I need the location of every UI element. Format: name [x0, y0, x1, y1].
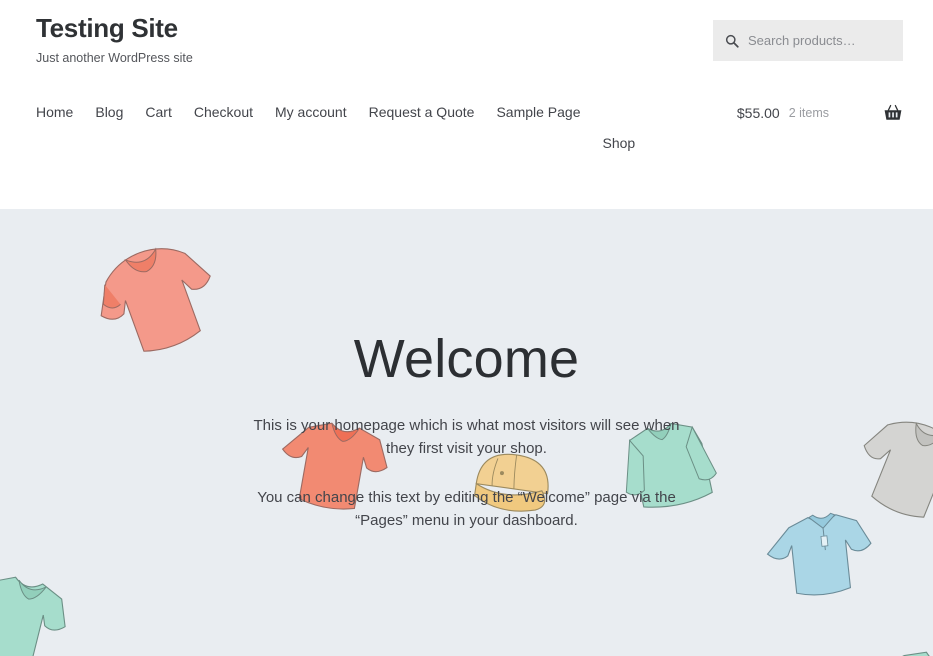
nav-link-cart[interactable]: Cart [145, 90, 193, 136]
hero-paragraph-1: This is your homepage which is what most… [253, 416, 680, 457]
header-top-row: Testing Site Just another WordPress site [0, 0, 933, 66]
nav-item-shop: Shop [603, 90, 658, 167]
nav-link-shop[interactable]: Shop [603, 90, 658, 167]
site-title[interactable]: Testing Site [36, 13, 193, 44]
product-search-form [713, 20, 903, 61]
nav-inner: Home Blog Cart Checkout My account Reque… [36, 90, 903, 167]
hero-paragraph-2: You can change this text by editing the … [257, 489, 676, 530]
shopping-basket-icon[interactable] [883, 103, 903, 123]
hero-content: Welcome This is your homepage which is w… [0, 209, 933, 533]
site-tagline: Just another WordPress site [36, 50, 193, 65]
nav-link-request-a-quote[interactable]: Request a Quote [369, 90, 497, 136]
nav-item-home: Home [36, 90, 95, 167]
nav-link-sample-page[interactable]: Sample Page [496, 90, 602, 136]
nav-link-home[interactable]: Home [36, 90, 95, 136]
nav-link-my-account[interactable]: My account [275, 90, 369, 136]
nav-link-blog[interactable]: Blog [95, 90, 145, 136]
nav-item-my-account: My account [275, 90, 369, 167]
site-header: Testing Site Just another WordPress site… [0, 0, 933, 209]
nav-item-request-a-quote: Request a Quote [369, 90, 497, 167]
site-branding: Testing Site Just another WordPress site [36, 12, 193, 66]
primary-navigation: Home Blog Cart Checkout My account Reque… [0, 90, 933, 167]
nav-item-sample-page: Sample Page [496, 90, 602, 167]
nav-item-blog: Blog [95, 90, 145, 167]
product-search [713, 20, 903, 61]
nav-item-cart: Cart [145, 90, 193, 167]
page-title: Welcome [353, 329, 580, 389]
cart-item-count: 2 items [788, 105, 829, 120]
nav-item-checkout: Checkout [194, 90, 275, 167]
cart-total-amount: $55.00 [736, 104, 780, 121]
search-icon [725, 34, 739, 48]
search-input[interactable] [748, 33, 891, 48]
cart-summary[interactable]: $55.00 2 items [737, 90, 903, 123]
nav-menu: Home Blog Cart Checkout My account Reque… [36, 90, 696, 167]
nav-link-checkout[interactable]: Checkout [194, 90, 275, 136]
hero-section: Welcome This is your homepage which is w… [0, 209, 933, 656]
